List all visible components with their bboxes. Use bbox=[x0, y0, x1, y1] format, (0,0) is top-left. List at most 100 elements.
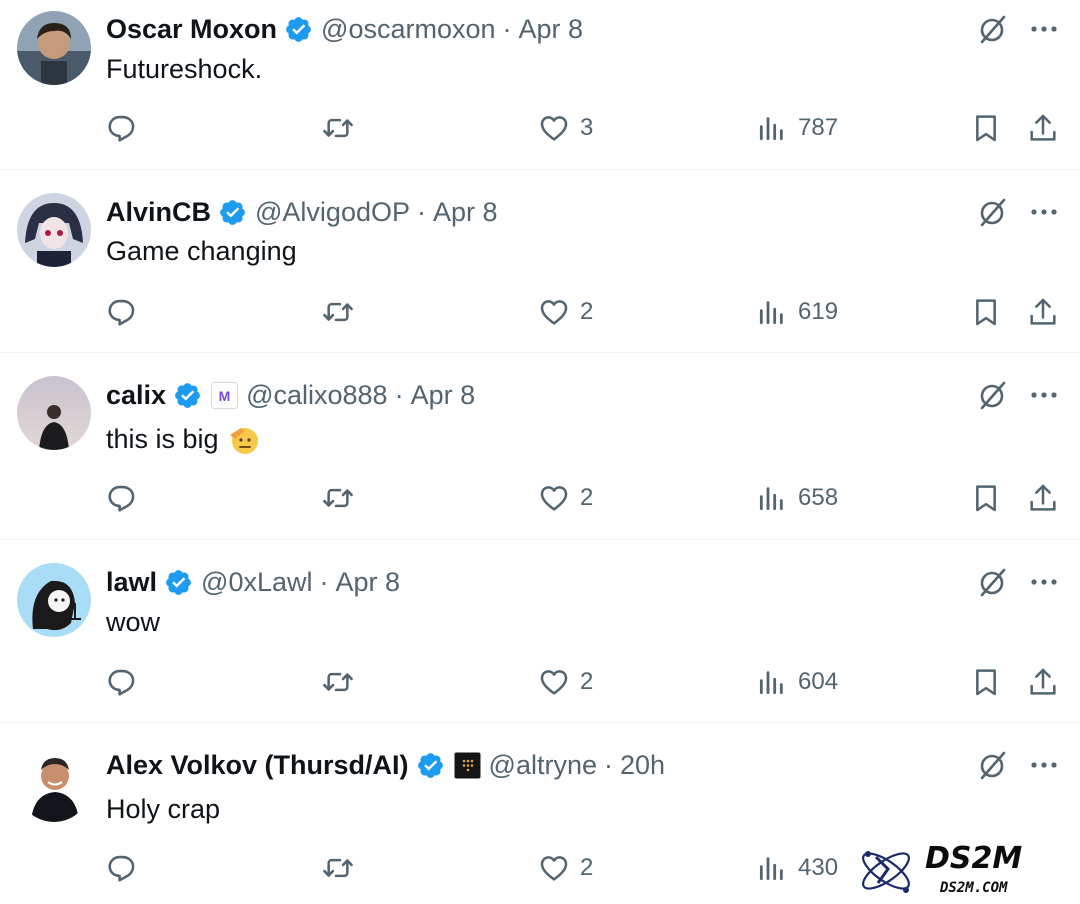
tweet[interactable]: Oscar Moxon @oscarmoxon · Apr 8 Futuresh… bbox=[0, 0, 1080, 170]
avatar[interactable] bbox=[17, 376, 91, 450]
timestamp[interactable]: 20h bbox=[620, 750, 665, 781]
repost-button[interactable] bbox=[322, 112, 364, 144]
repost-icon bbox=[322, 852, 354, 884]
tweet-header: Alex Volkov (Thursd/AI) @altryne · 20h bbox=[106, 745, 665, 785]
bookmark-button[interactable] bbox=[970, 296, 1002, 328]
share-icon bbox=[1027, 296, 1059, 328]
bookmark-icon bbox=[970, 666, 1002, 698]
more-icon[interactable] bbox=[1028, 378, 1060, 412]
grok-icon[interactable] bbox=[976, 565, 1010, 599]
reply-button[interactable] bbox=[106, 112, 148, 144]
grok-icon[interactable] bbox=[976, 748, 1010, 782]
timestamp[interactable]: Apr 8 bbox=[411, 380, 476, 411]
heart-icon bbox=[538, 852, 570, 884]
views-button[interactable]: 604 bbox=[756, 666, 838, 698]
tweet-text-content: Futureshock. bbox=[106, 54, 263, 84]
like-count: 2 bbox=[580, 668, 594, 695]
author-handle[interactable]: @0xLawl bbox=[201, 567, 312, 598]
author-handle[interactable]: @oscarmoxon bbox=[321, 14, 495, 45]
watermark-title: DS2M bbox=[925, 841, 1022, 876]
heart-icon bbox=[538, 296, 570, 328]
author-name[interactable]: calix bbox=[106, 380, 166, 411]
avatar[interactable] bbox=[17, 11, 91, 85]
like-count: 2 bbox=[580, 854, 594, 881]
analytics-icon bbox=[756, 296, 788, 328]
more-icon[interactable] bbox=[1028, 12, 1060, 46]
avatar[interactable] bbox=[17, 193, 91, 267]
reply-button[interactable] bbox=[106, 852, 148, 884]
bookmark-button[interactable] bbox=[970, 112, 1002, 144]
repost-icon bbox=[322, 112, 354, 144]
view-count: 787 bbox=[798, 114, 839, 141]
repost-icon bbox=[322, 296, 354, 328]
avatar[interactable] bbox=[17, 563, 91, 637]
affiliate-badge-icon[interactable]: M bbox=[211, 381, 239, 409]
tweet[interactable]: AlvinCB @AlvigodOP · Apr 8 Game changing… bbox=[0, 171, 1080, 353]
like-count: 2 bbox=[580, 484, 594, 511]
grok-icon[interactable] bbox=[976, 12, 1010, 46]
watermark-logo: DS2M DS2M.COM bbox=[842, 838, 1080, 904]
view-count: 619 bbox=[798, 298, 839, 325]
bookmark-button[interactable] bbox=[970, 666, 1002, 698]
verified-badge-icon bbox=[416, 751, 445, 780]
views-button[interactable]: 430 bbox=[756, 852, 838, 884]
reply-button[interactable] bbox=[106, 482, 148, 514]
tweet[interactable]: calix M @calixo888 · Apr 8 this is big 2… bbox=[0, 354, 1080, 540]
more-icon[interactable] bbox=[1028, 195, 1060, 229]
verified-badge-icon bbox=[218, 198, 247, 227]
author-handle[interactable]: @calixo888 bbox=[246, 380, 388, 411]
repost-icon bbox=[322, 666, 354, 698]
avatar[interactable] bbox=[17, 748, 91, 822]
reply-icon bbox=[106, 296, 138, 328]
author-name[interactable]: Oscar Moxon bbox=[106, 14, 277, 45]
author-handle[interactable]: @altryne bbox=[489, 750, 597, 781]
share-button[interactable] bbox=[1027, 482, 1059, 514]
repost-button[interactable] bbox=[322, 666, 364, 698]
divider bbox=[0, 722, 1080, 723]
share-button[interactable] bbox=[1027, 296, 1059, 328]
timestamp[interactable]: Apr 8 bbox=[336, 567, 401, 598]
share-button[interactable] bbox=[1027, 112, 1059, 144]
repost-button[interactable] bbox=[322, 482, 364, 514]
tweet[interactable]: lawl @0xLawl · Apr 8 wow 2 604 bbox=[0, 541, 1080, 723]
affiliate-badge-icon[interactable] bbox=[454, 752, 481, 779]
tweet-text-content: wow bbox=[106, 607, 161, 637]
heart-icon bbox=[538, 112, 570, 144]
timestamp[interactable]: Apr 8 bbox=[519, 14, 584, 45]
author-handle[interactable]: @AlvigodOP bbox=[255, 197, 410, 228]
more-icon[interactable] bbox=[1028, 748, 1060, 782]
analytics-icon bbox=[756, 112, 788, 144]
divider bbox=[0, 539, 1080, 540]
timestamp[interactable]: Apr 8 bbox=[433, 197, 498, 228]
views-button[interactable]: 619 bbox=[756, 296, 838, 328]
author-name[interactable]: AlvinCB bbox=[106, 197, 211, 228]
author-name[interactable]: lawl bbox=[106, 567, 157, 598]
like-button[interactable]: 2 bbox=[538, 852, 593, 884]
like-button[interactable]: 3 bbox=[538, 112, 593, 144]
like-button[interactable]: 2 bbox=[538, 296, 593, 328]
like-count: 2 bbox=[580, 298, 594, 325]
repost-button[interactable] bbox=[322, 296, 364, 328]
verified-badge-icon bbox=[284, 15, 313, 44]
like-button[interactable]: 2 bbox=[538, 666, 593, 698]
grok-icon[interactable] bbox=[976, 195, 1010, 229]
views-button[interactable]: 658 bbox=[756, 482, 838, 514]
verified-badge-icon bbox=[173, 381, 202, 410]
analytics-icon bbox=[756, 482, 788, 514]
author-name[interactable]: Alex Volkov (Thursd/AI) bbox=[106, 750, 409, 781]
like-button[interactable]: 2 bbox=[538, 482, 593, 514]
repost-button[interactable] bbox=[322, 852, 364, 884]
share-icon bbox=[1027, 666, 1059, 698]
more-icon[interactable] bbox=[1028, 565, 1060, 599]
reply-button[interactable] bbox=[106, 666, 148, 698]
tweet-text: this is big bbox=[106, 422, 261, 456]
separator: · bbox=[319, 566, 329, 597]
tweet-text: Game changing bbox=[106, 234, 297, 268]
share-button[interactable] bbox=[1027, 666, 1059, 698]
grok-icon[interactable] bbox=[976, 378, 1010, 412]
bookmark-icon bbox=[970, 112, 1002, 144]
bookmark-button[interactable] bbox=[970, 482, 1002, 514]
reply-button[interactable] bbox=[106, 296, 148, 328]
views-button[interactable]: 787 bbox=[756, 112, 838, 144]
view-count: 658 bbox=[798, 484, 839, 511]
